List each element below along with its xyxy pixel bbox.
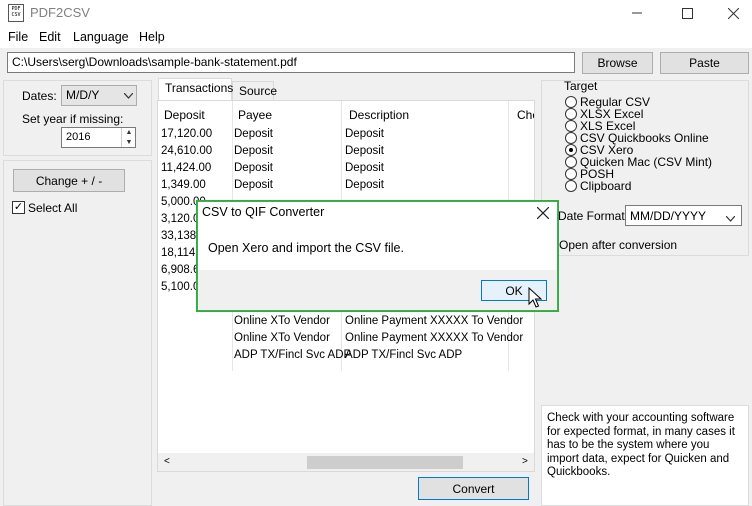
cell-payee[interactable]: ADP TX/Fincl Svc ADP — [234, 349, 351, 361]
cell-deposit[interactable]: 24,610.00 — [161, 145, 212, 157]
cell-description[interactable]: Deposit — [345, 128, 384, 140]
target-radio[interactable] — [565, 180, 577, 192]
column-header-check[interactable]: Che — [517, 108, 534, 122]
scroll-thumb[interactable] — [307, 456, 463, 469]
dates-label: Dates: — [22, 89, 57, 103]
chevron-down-icon[interactable] — [725, 211, 736, 225]
target-radio[interactable] — [565, 156, 577, 168]
target-label: Target — [564, 79, 598, 93]
spin-up-icon[interactable]: ▲ — [122, 128, 136, 137]
dialog-message: Open Xero and import the CSV file. — [208, 241, 404, 255]
cell-description[interactable]: Deposit — [345, 179, 384, 191]
year-spinner[interactable]: ▲ ▼ — [121, 128, 135, 147]
target-radio[interactable] — [565, 144, 577, 156]
format-hint: Check with your accounting software for … — [541, 405, 749, 506]
cell-deposit[interactable]: 11,424.00 — [161, 162, 211, 174]
target-radio[interactable] — [565, 108, 577, 120]
cell-deposit[interactable]: 18,114. — [161, 247, 199, 259]
cell-deposit[interactable]: 3,120.0 — [161, 213, 199, 225]
target-radio[interactable] — [565, 96, 577, 108]
cell-description[interactable]: ADP TX/Fincl Svc ADP — [345, 349, 462, 361]
dialog-close-button[interactable] — [534, 204, 552, 222]
radio-selected-dot — [569, 148, 573, 152]
menu-edit[interactable]: Edit — [39, 30, 61, 44]
year-label: Set year if missing: — [22, 112, 124, 126]
column-header-payee[interactable]: Payee — [238, 108, 272, 122]
cell-payee[interactable]: Deposit — [234, 179, 273, 191]
target-radio[interactable] — [565, 120, 577, 132]
cell-deposit[interactable]: 1,349.00 — [161, 179, 206, 191]
app-icon: PDF CSV — [8, 4, 24, 22]
mouse-cursor-icon — [528, 286, 543, 312]
maximize-button[interactable] — [664, 0, 710, 26]
menu-file[interactable]: File — [8, 30, 28, 44]
target-option-label[interactable]: Clipboard — [580, 179, 631, 193]
scroll-left-icon[interactable]: < — [164, 456, 170, 467]
tab-transactions[interactable]: Transactions — [158, 78, 233, 100]
minimize-button[interactable] — [614, 0, 660, 26]
menu-language[interactable]: Language — [73, 30, 129, 44]
cell-payee[interactable]: Online XTo Vendor — [234, 315, 330, 327]
cell-description[interactable]: Online Payment XXXXX To Vendor — [345, 315, 523, 327]
cell-deposit[interactable]: 6,908.6 — [161, 264, 199, 276]
cell-payee[interactable]: Deposit — [234, 145, 273, 157]
column-header-description[interactable]: Description — [349, 108, 409, 122]
menu-help[interactable]: Help — [139, 30, 165, 44]
paste-button[interactable]: Paste — [660, 52, 749, 74]
cell-description[interactable]: Deposit — [345, 145, 384, 157]
date-format-select[interactable]: MM/DD/YYYY — [625, 205, 742, 226]
message-dialog: CSV to QIF Converter Open Xero and impor… — [197, 201, 558, 311]
minimize-icon — [632, 12, 642, 14]
open-after-conversion-label: Open after conversion — [559, 238, 678, 252]
select-all-checkbox[interactable]: ✓ — [12, 201, 25, 214]
dialog-title: CSV to QIF Converter — [202, 205, 325, 219]
close-icon — [727, 7, 739, 19]
tab-source[interactable]: Source — [232, 81, 277, 100]
cell-deposit[interactable]: 33,138. — [161, 230, 199, 242]
cell-description[interactable]: Online Payment XXXXX To Vendor — [345, 332, 523, 344]
chevron-down-icon[interactable] — [121, 85, 135, 106]
cell-description[interactable]: Deposit — [345, 162, 384, 174]
cell-payee[interactable]: Online XTo Vendor — [234, 332, 330, 344]
horizontal-scrollbar[interactable]: < > — [158, 453, 534, 471]
convert-button[interactable]: Convert — [418, 477, 529, 500]
actions-panel — [3, 160, 152, 506]
window-title: PDF2CSV — [30, 5, 90, 20]
browse-button[interactable]: Browse — [582, 52, 653, 74]
column-header-deposit[interactable]: Deposit — [164, 108, 205, 122]
select-all-label: Select All — [28, 201, 78, 215]
scroll-right-icon[interactable]: > — [522, 456, 528, 467]
spin-down-icon[interactable]: ▼ — [122, 138, 136, 147]
target-radio[interactable] — [565, 132, 577, 144]
close-icon — [537, 207, 549, 219]
cell-deposit[interactable]: 17,120.00 — [161, 128, 212, 140]
maximize-icon — [681, 7, 693, 19]
cell-deposit[interactable]: 5,100.0 — [161, 281, 199, 293]
date-format-label: Date Format: — [558, 209, 629, 223]
close-button[interactable] — [710, 0, 752, 26]
target-radio[interactable] — [565, 168, 577, 180]
cell-payee[interactable]: Deposit — [234, 162, 273, 174]
file-path-input[interactable]: C:\Users\serg\Downloads\sample-bank-stat… — [7, 52, 575, 73]
cell-payee[interactable]: Deposit — [234, 128, 273, 140]
change-sign-button[interactable]: Change + / - — [13, 169, 125, 192]
